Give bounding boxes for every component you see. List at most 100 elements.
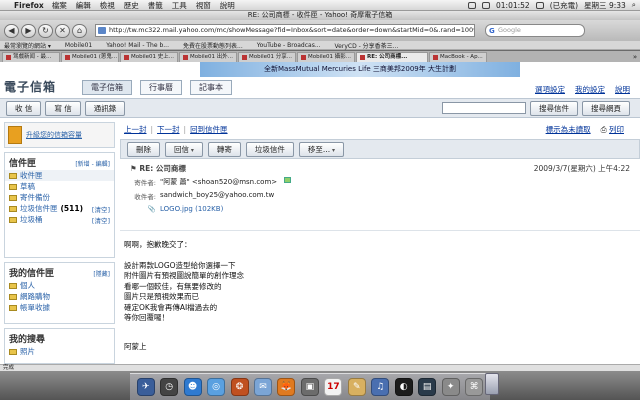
dock-app-icon[interactable]: ✦	[441, 378, 460, 396]
flag-icon[interactable]: ⚑	[130, 164, 137, 173]
safari-icon[interactable]: ◎	[207, 378, 226, 396]
bookmark-item[interactable]: 免費在股票動態列表...	[183, 41, 243, 50]
stop-button[interactable]: ✕	[55, 23, 70, 38]
back-to-folder-link[interactable]: 回到信件匣	[190, 124, 228, 135]
menu-tools[interactable]: 工具	[172, 0, 187, 11]
forward-button[interactable]: ▶	[21, 23, 36, 38]
folder-label: 網路購物	[20, 292, 50, 301]
spotlight-icon[interactable]: ⌕	[632, 0, 636, 10]
empty-trash-link[interactable]: [清空]	[92, 215, 110, 225]
help-link[interactable]: 說明	[615, 84, 630, 95]
contacts-button[interactable]: 通訊錄	[84, 100, 126, 116]
menu-window[interactable]: 視窗	[196, 0, 211, 11]
dock-app-icon[interactable]: ✎	[347, 378, 366, 396]
itunes-icon[interactable]: ♫	[371, 378, 390, 396]
print-link[interactable]: ⎙ 列印	[601, 124, 624, 135]
sidebar-item-bills[interactable]: 帳單收據	[5, 302, 114, 313]
add-contact-icon[interactable]	[284, 177, 292, 183]
receive-button[interactable]: 收 信	[6, 100, 42, 116]
dock-app-icon[interactable]: ▣	[300, 378, 319, 396]
yahoo-mail-logo[interactable]: 電子信箱	[4, 78, 56, 95]
hide-link[interactable]: [隱藏]	[93, 269, 110, 278]
sidebar-item-sent[interactable]: 寄件備份	[5, 192, 114, 203]
wifi-icon[interactable]	[468, 1, 477, 9]
move-to-button[interactable]: 移至...	[298, 141, 344, 157]
sidebar-item-spam[interactable]: 垃圾信件匣 (511) [清空]	[5, 203, 114, 214]
folders-edit-link[interactable]: [新增 - 編輯]	[75, 159, 110, 168]
menu-file[interactable]: 檔案	[52, 0, 67, 11]
upgrade-link[interactable]: 升級您的信箱容量	[26, 130, 82, 140]
menu-history[interactable]: 歷史	[124, 0, 139, 11]
browser-tab[interactable]: Mobile01 史上...	[120, 52, 178, 62]
ical-icon[interactable]: 17	[324, 378, 343, 396]
spam-button[interactable]: 垃圾信件	[245, 141, 294, 157]
my-settings-link[interactable]: 我的設定	[575, 84, 605, 95]
firefox-icon[interactable]: 🦊	[277, 378, 296, 396]
reply-button[interactable]: 回信	[165, 141, 203, 157]
mail-icon[interactable]: ✉	[253, 378, 272, 396]
sidebar-item-drafts[interactable]: 草稿	[5, 181, 114, 192]
system-preferences-icon[interactable]: ⌘	[465, 378, 484, 396]
browser-tab[interactable]: 驾戲新闻 - 最...	[2, 52, 60, 62]
bookmark-item[interactable]: Yahoo! Mail - The b...	[106, 42, 169, 49]
dock-app-icon[interactable]: ▤	[418, 378, 437, 396]
browser-tab[interactable]: MacBook - Ap...	[429, 52, 487, 62]
from-address[interactable]: "阿蒙 蕭" <shoan520@msn.com>	[160, 177, 277, 187]
browser-tab[interactable]: Mobile01 分享...	[238, 52, 296, 62]
browser-tab-active[interactable]: RE: 公司商標...	[356, 52, 428, 62]
bookmark-item[interactable]: 最常瀏覽的網站 ▾	[4, 41, 51, 50]
forward-button[interactable]: 轉寄	[207, 141, 241, 157]
dock-app-icon[interactable]: ◐	[394, 378, 413, 396]
home-button[interactable]: ⌂	[72, 23, 87, 38]
empty-spam-link[interactable]: [清空]	[92, 204, 110, 214]
sidebar-item-trash[interactable]: 垃圾桶 [清空]	[5, 214, 114, 225]
tab-strip: 驾戲新闻 - 最... Mobile01 (蔥鬼... Mobile01 史上.…	[0, 51, 640, 62]
clock[interactable]: 星期三 9:33	[584, 0, 626, 11]
bookmark-item[interactable]: Mobile01	[65, 42, 92, 49]
prev-message-link[interactable]: 上一封	[124, 124, 147, 135]
url-bar[interactable]: http://tw.mc322.mail.yahoo.com/mc/showMe…	[95, 24, 475, 37]
app-menu[interactable]: Firefox	[14, 1, 44, 10]
search-web-button[interactable]: 搜尋網頁	[582, 100, 630, 116]
browser-tab[interactable]: Mobile01 出外...	[179, 52, 237, 62]
back-button[interactable]: ◀	[4, 23, 19, 38]
bookmark-item[interactable]: VeryCD - 分享香茶三...	[335, 41, 399, 50]
options-link[interactable]: 選項設定	[535, 84, 565, 95]
search-mail-button[interactable]: 搜尋信件	[530, 100, 578, 116]
ad-banner[interactable]: 全新MassMutual Mercuries Life 三商美邦2009年 大生…	[200, 62, 520, 77]
dock-app-icon[interactable]: ✈	[136, 378, 155, 396]
tab-label: 驾戲新闻 - 最...	[13, 54, 52, 60]
tab-label: Mobile01 分享...	[249, 54, 293, 60]
finder-icon[interactable]: ☻	[183, 378, 202, 396]
sidebar-item-personal[interactable]: 個人	[5, 280, 114, 291]
volume-icon[interactable]	[482, 1, 491, 9]
dock: ✈ ◷ ☻ ◎ ❂ ✉ 🦊 ▣ 17 ✎ ♫ ◐ ▤ ✦ ⌘	[130, 373, 490, 400]
mail-search-input[interactable]	[442, 102, 526, 114]
delete-button[interactable]: 刪除	[127, 141, 160, 157]
dock-app-icon[interactable]: ◷	[160, 378, 179, 396]
mark-unread-link[interactable]: 標示為未讀取	[546, 124, 591, 135]
reload-button[interactable]: ↻	[38, 23, 53, 38]
menu-edit[interactable]: 編輯	[76, 0, 91, 11]
tab-list-icon[interactable]: »	[630, 52, 640, 62]
browser-tab[interactable]: Mobile01 (蔥鬼...	[61, 52, 119, 62]
trash-icon[interactable]	[485, 373, 499, 395]
print-label: 列印	[609, 124, 624, 134]
next-message-link[interactable]: 下一封	[157, 124, 180, 135]
menu-help[interactable]: 說明	[220, 0, 235, 11]
menu-bookmarks[interactable]: 書籤	[148, 0, 163, 11]
sidebar-item-inbox[interactable]: 收件匣	[5, 170, 114, 181]
battery-icon[interactable]	[535, 1, 544, 9]
search-input[interactable]: G Google	[485, 24, 585, 37]
sidebar-item-shopping[interactable]: 網路購物	[5, 291, 114, 302]
bookmark-item[interactable]: YouTube - Broadcas...	[257, 42, 321, 49]
browser-tab[interactable]: Mobile01 攝影...	[297, 52, 355, 62]
dock-app-icon[interactable]: ❂	[230, 378, 249, 396]
sidebar-item-photos[interactable]: 照片	[5, 346, 114, 357]
menu-view[interactable]: 檢視	[100, 0, 115, 11]
compose-button[interactable]: 寫 信	[45, 100, 81, 116]
tab-calendar[interactable]: 行事曆	[140, 80, 182, 95]
attachment-link[interactable]: LOGO.jpg (102KB)	[160, 205, 223, 213]
tab-mail[interactable]: 電子信箱	[82, 80, 132, 95]
tab-notepad[interactable]: 記事本	[190, 80, 232, 95]
